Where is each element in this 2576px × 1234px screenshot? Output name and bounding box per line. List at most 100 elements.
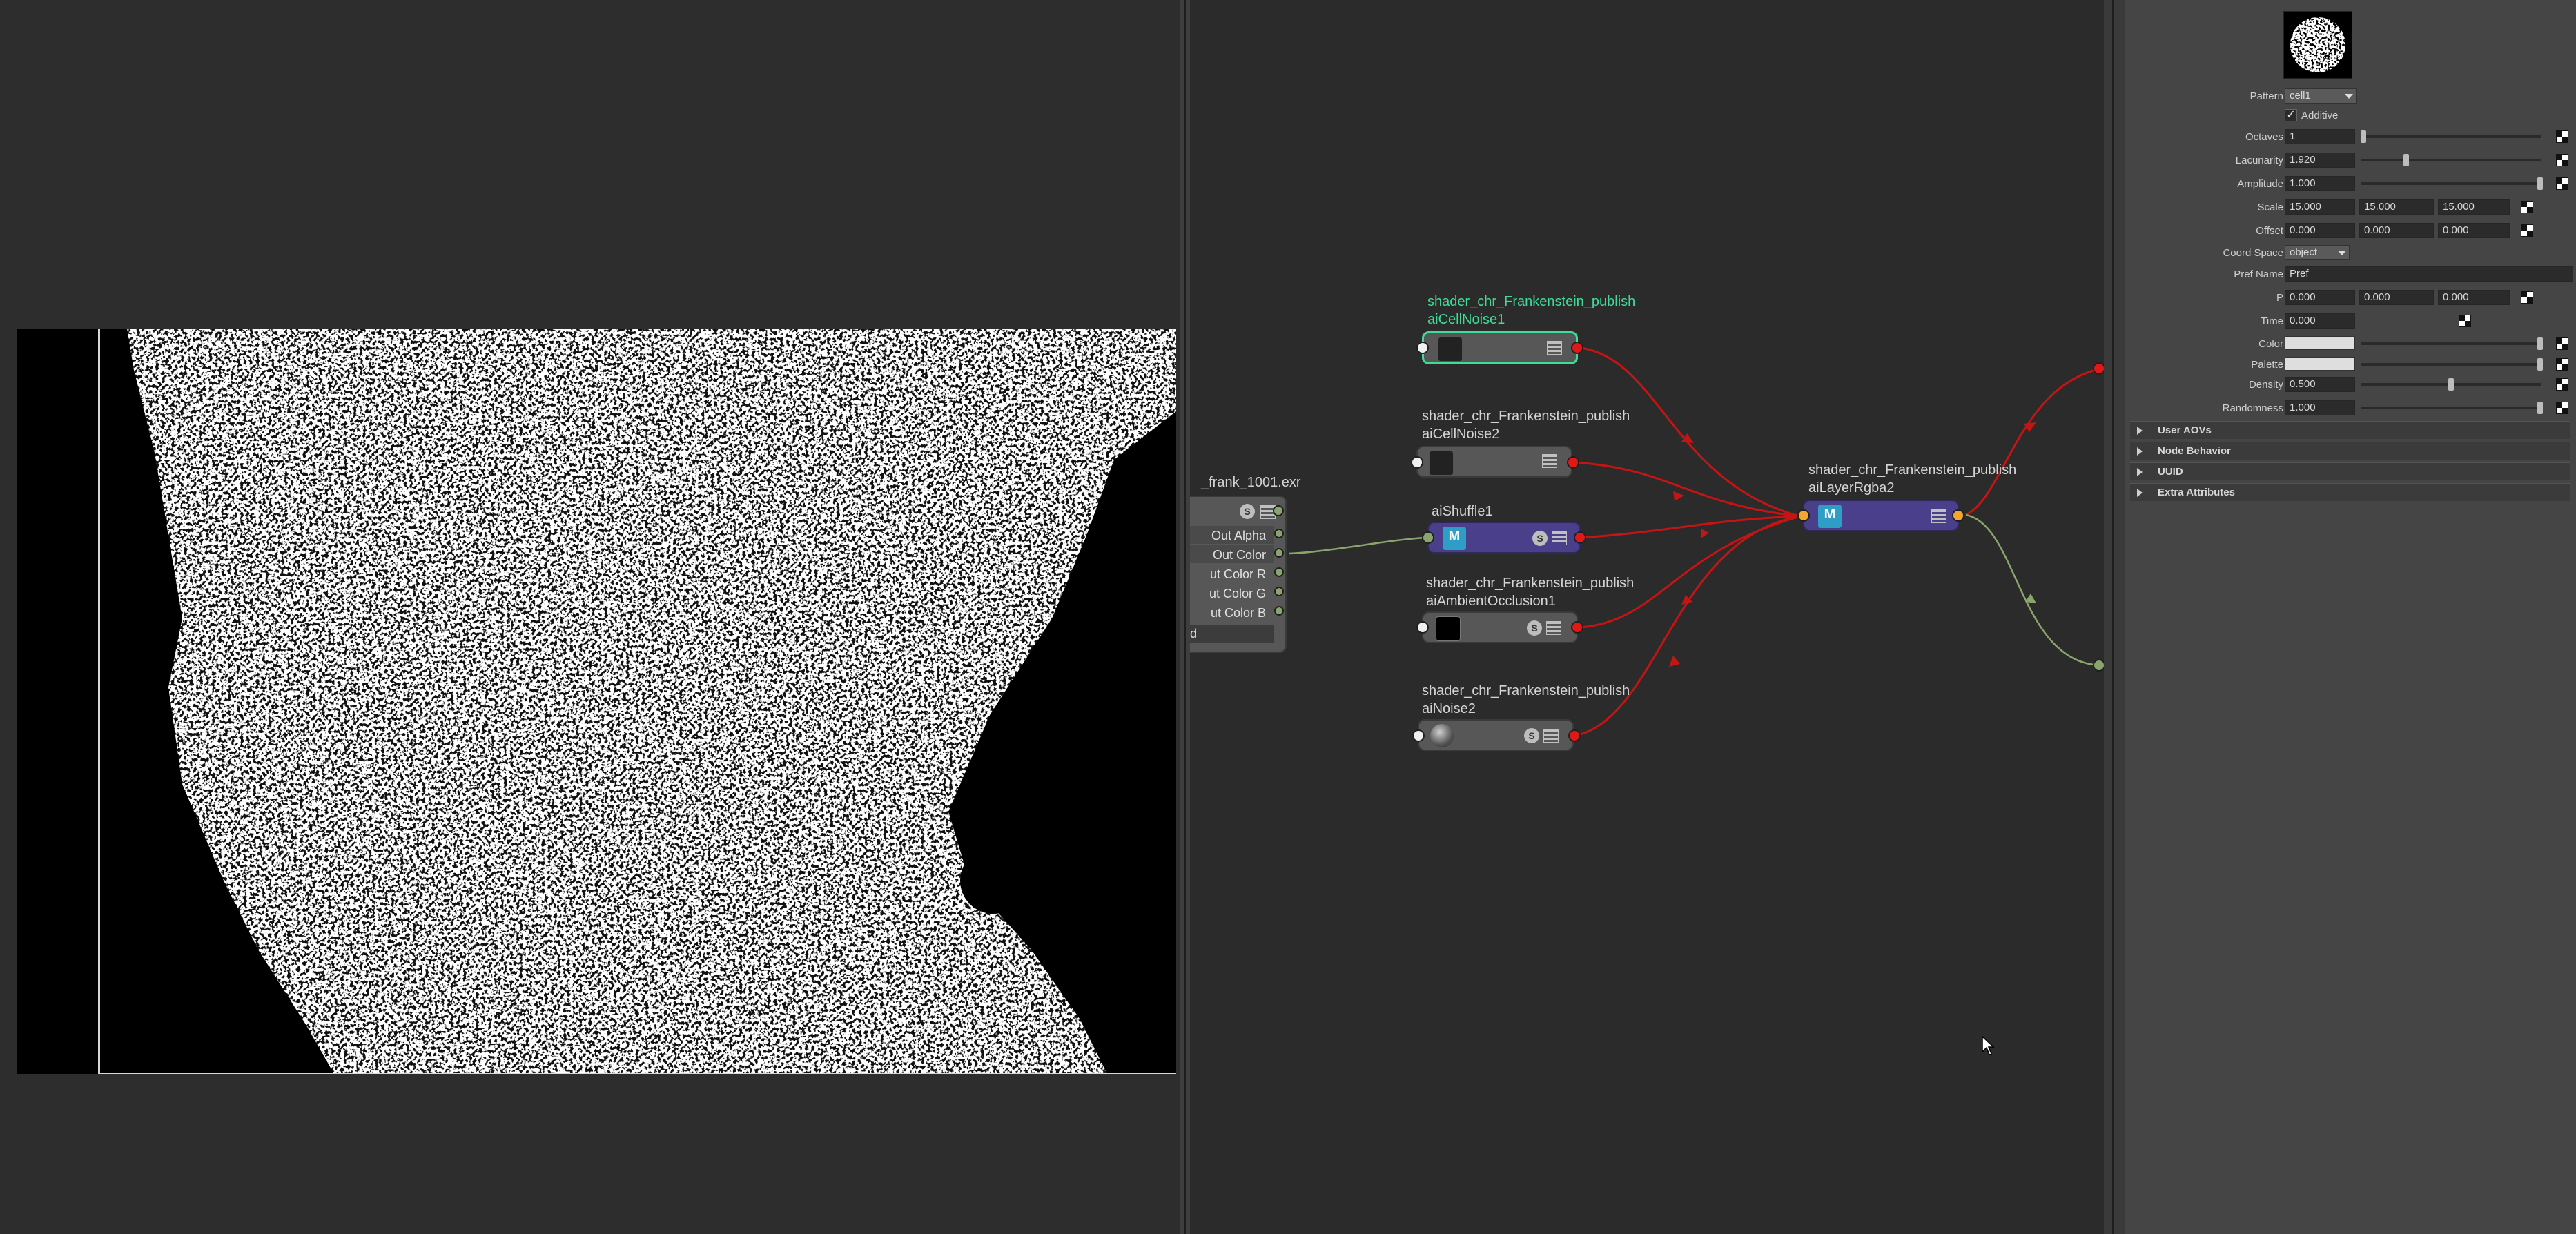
noise2-namespace: shader_chr_Frankenstein_publish [1422, 683, 1630, 698]
file-node[interactable]: S Out Alpha Out Color ut Color R ut Colo… [1190, 496, 1287, 653]
density-slider-handle[interactable] [2448, 378, 2454, 391]
ao1-output-port[interactable] [1571, 621, 1583, 634]
scale-z-field[interactable]: 15.000 [2438, 199, 2510, 215]
section-uuid[interactable]: UUID [2130, 462, 2570, 480]
noise2-output-port[interactable] [1568, 729, 1581, 742]
layer-rgba2-node[interactable]: M [1803, 500, 1959, 531]
node-editor[interactable]: _frank_1001.exr S Out Alpha Out Color ut… [1190, 0, 2104, 1234]
offset-map-button[interactable] [2521, 224, 2533, 237]
color-slider[interactable] [2361, 342, 2541, 345]
palette-swatch[interactable] [2285, 357, 2355, 371]
render-viewport[interactable] [0, 0, 1180, 1234]
scale-x-field[interactable]: 15.000 [2285, 199, 2355, 215]
density-field[interactable]: 0.500 [2285, 377, 2355, 392]
p-map-button[interactable] [2521, 291, 2533, 304]
time-field[interactable]: 0.000 [2285, 313, 2355, 329]
ao1-s-icon[interactable]: S [1527, 620, 1542, 636]
shuffle1-input-port[interactable] [1422, 531, 1434, 544]
palette-map-button[interactable] [2556, 358, 2568, 371]
shuffle1-list-icon[interactable] [1552, 531, 1567, 545]
pref-name-field[interactable]: Pref [2285, 266, 2573, 282]
color-map-button[interactable] [2556, 337, 2568, 350]
file-node-s-icon[interactable]: S [1240, 504, 1255, 519]
cellnoise1-output-port[interactable] [1571, 342, 1583, 354]
lacunarity-map-button[interactable] [2556, 154, 2568, 166]
noise-render-image [99, 329, 1176, 1074]
port-out-color[interactable] [1274, 548, 1284, 558]
p-z-field[interactable]: 0.000 [2438, 290, 2510, 305]
lacunarity-slider-handle[interactable] [2403, 154, 2409, 166]
pattern-value: cell1 [2290, 90, 2311, 101]
offset-x-field[interactable]: 0.000 [2285, 223, 2355, 238]
cellnoise2-input-port[interactable] [1411, 456, 1423, 469]
layer-rgba2-output-port[interactable] [1952, 509, 1964, 522]
ao1-list-icon[interactable] [1546, 621, 1561, 635]
amplitude-map-button[interactable] [2556, 177, 2568, 190]
amplitude-field[interactable]: 1.000 [2285, 176, 2355, 191]
section-node-behavior[interactable]: Node Behavior [2130, 442, 2570, 460]
offset-z-field[interactable]: 0.000 [2438, 223, 2510, 238]
randomness-slider[interactable] [2361, 407, 2541, 409]
file-node-output-port[interactable] [1273, 505, 1284, 516]
noise2-input-port[interactable] [1412, 729, 1425, 742]
offscreen-node-input-port[interactable] [2093, 362, 2104, 375]
amplitude-slider-handle[interactable] [2537, 177, 2543, 190]
noise2-list-icon[interactable] [1543, 729, 1559, 743]
octaves-slider-handle[interactable] [2361, 130, 2366, 143]
lacunarity-field[interactable]: 1.920 [2285, 153, 2355, 168]
p-x-field[interactable]: 0.000 [2285, 290, 2355, 305]
cellnoise1-input-port[interactable] [1416, 342, 1429, 354]
offscreen-node-input-port[interactable] [2093, 659, 2104, 672]
color-slider-handle[interactable] [2537, 337, 2543, 350]
noise2-node[interactable]: S [1418, 719, 1574, 751]
cellnoise1-list-icon[interactable] [1547, 341, 1562, 355]
noise2-sphere-icon [1430, 724, 1454, 747]
cellnoise2-list-icon[interactable] [1542, 454, 1557, 468]
cellnoise2-thumbnail-icon [1429, 451, 1454, 476]
ao1-node[interactable]: S [1422, 611, 1578, 643]
noise2-s-icon[interactable]: S [1524, 728, 1539, 743]
amplitude-slider[interactable] [2361, 182, 2541, 185]
octaves-map-button[interactable] [2556, 130, 2568, 143]
coord-space-dropdown[interactable]: object [2285, 245, 2350, 260]
render-region-left-edge[interactable] [98, 329, 100, 1074]
port-out-color-g[interactable] [1274, 587, 1284, 596]
time-map-button[interactable] [2459, 315, 2471, 327]
cellnoise2-output-port[interactable] [1567, 456, 1579, 469]
randomness-map-button[interactable] [2556, 402, 2568, 414]
layer-rgba2-namespace: shader_chr_Frankenstein_publish [1808, 462, 2017, 478]
attribute-editor[interactable]: Pattern cell1 ✓ Additive Octaves 1 Lacun… [2125, 0, 2576, 1234]
shuffle1-output-port[interactable] [1574, 531, 1586, 544]
section-user-aovs-label: User AOVs [2158, 424, 2212, 436]
p-y-field[interactable]: 0.000 [2359, 290, 2434, 305]
layer-rgba2-input-port[interactable] [1797, 509, 1810, 522]
color-swatch[interactable] [2285, 336, 2355, 350]
density-map-button[interactable] [2556, 378, 2568, 391]
port-out-alpha[interactable] [1274, 529, 1284, 538]
layer-rgba2-material-icon: M [1818, 505, 1842, 528]
octaves-field[interactable]: 1 [2285, 129, 2355, 144]
randomness-slider-handle[interactable] [2537, 402, 2543, 414]
render-region-bottom-edge[interactable] [98, 1073, 1176, 1074]
port-out-color-r[interactable] [1274, 567, 1284, 577]
layer-rgba2-list-icon[interactable] [1931, 509, 1946, 523]
randomness-field[interactable]: 1.000 [2285, 400, 2355, 415]
palette-slider-handle[interactable] [2537, 358, 2543, 371]
pattern-dropdown[interactable]: cell1 [2285, 88, 2357, 104]
scale-y-field[interactable]: 15.000 [2359, 199, 2434, 215]
cellnoise2-node[interactable] [1416, 446, 1572, 478]
panel-splitter-right[interactable] [2104, 0, 2125, 1234]
port-out-color-b[interactable] [1274, 606, 1284, 616]
section-extra-attributes[interactable]: Extra Attributes [2130, 483, 2570, 501]
cellnoise1-node[interactable] [1422, 331, 1578, 364]
shuffle1-node[interactable]: M S [1427, 522, 1581, 554]
ao1-input-port[interactable] [1416, 621, 1429, 634]
additive-checkbox[interactable]: ✓ [2285, 109, 2297, 121]
palette-slider[interactable] [2361, 363, 2541, 366]
section-user-aovs[interactable]: User AOVs [2130, 421, 2570, 439]
octaves-slider[interactable] [2361, 135, 2541, 138]
lacunarity-slider[interactable] [2361, 159, 2541, 161]
scale-map-button[interactable] [2521, 201, 2533, 213]
offset-y-field[interactable]: 0.000 [2359, 223, 2434, 238]
shuffle1-s-icon[interactable]: S [1532, 531, 1548, 546]
